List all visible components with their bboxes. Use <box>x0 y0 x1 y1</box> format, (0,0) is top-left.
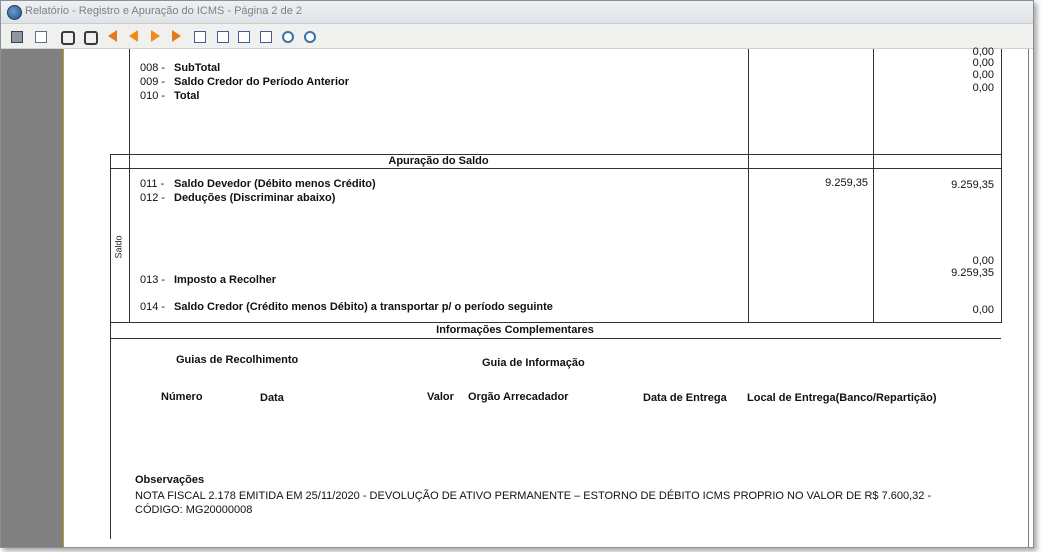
row-code: 009 - <box>140 76 166 88</box>
section-title-info: Informações Complementares <box>436 324 594 336</box>
zoom-out-icon[interactable] <box>301 28 317 44</box>
zoom-in-icon[interactable] <box>279 28 295 44</box>
row-value: 9.259,35 <box>825 177 868 189</box>
multi-pages-icon[interactable] <box>257 28 273 44</box>
row-label: Saldo Devedor (Débito menos Crédito) <box>174 178 376 190</box>
row-label: Deduções (Discriminar abaixo) <box>174 192 336 204</box>
column-header-data-entrega: Data de Entrega <box>643 392 727 404</box>
page-setup-icon[interactable] <box>32 28 48 44</box>
row-code: 014 - <box>140 301 166 313</box>
report-viewer-window: Relatório - Registro e Apuração do ICMS … <box>0 0 1034 548</box>
page-width-icon[interactable] <box>191 28 207 44</box>
row-code: 010 - <box>140 90 166 102</box>
row-label: Total <box>174 90 200 102</box>
row-value: 0,00 <box>972 304 994 316</box>
previous-page-icon[interactable] <box>125 28 141 44</box>
top-value: 0,00 <box>972 57 994 69</box>
left-gutter <box>1 49 63 547</box>
row-label: Saldo Credor (Crédito menos Débito) a tr… <box>174 301 553 313</box>
next-page-icon[interactable] <box>147 28 163 44</box>
top-value: 0,00 <box>972 82 994 94</box>
row-label: SubTotal <box>174 62 221 74</box>
last-page-icon[interactable] <box>169 28 185 44</box>
observacoes-text: CÓDIGO: MG20000008 <box>135 504 253 516</box>
app-icon <box>7 5 22 20</box>
guias-recolhimento-title: Guias de Recolhimento <box>176 354 299 366</box>
row-value: 0,00 <box>972 255 994 267</box>
column-header-valor: Valor <box>427 391 454 403</box>
find-icon[interactable] <box>58 28 75 45</box>
guia-informacao-title: Guia de Informação <box>482 357 585 369</box>
row-code: 011 - <box>140 178 165 190</box>
row-code: 008 - <box>140 62 166 74</box>
row-label: Saldo Credor do Período Anterior <box>174 76 349 88</box>
top-value: 0,00 <box>972 69 994 81</box>
full-page-icon[interactable] <box>214 28 230 44</box>
toolbar <box>1 24 1033 49</box>
row-label: Imposto a Recolher <box>174 274 277 286</box>
row-code: 013 - <box>140 274 166 286</box>
window-title: Relatório - Registro e Apuração do ICMS … <box>25 5 302 17</box>
title-bar: Relatório - Registro e Apuração do ICMS … <box>1 1 1033 24</box>
two-pages-icon[interactable] <box>235 28 251 44</box>
row-code: 012 - <box>140 192 166 204</box>
first-page-icon[interactable] <box>104 28 120 44</box>
section-title-apuracao: Apuração do Saldo <box>388 155 489 167</box>
row-value: 9.259,35 <box>951 179 994 191</box>
observacoes-text: NOTA FISCAL 2.178 EMITIDA EM 25/11/2020 … <box>135 490 932 502</box>
column-header-data: Data <box>260 392 284 404</box>
column-header-orgao: Orgão Arrecadador <box>468 391 569 403</box>
column-header-numero: Número <box>161 391 203 403</box>
side-label-saldo: Saldo <box>113 235 124 259</box>
column-header-local-entrega: Local de Entrega(Banco/Repartição) <box>747 392 937 404</box>
report-page: 0,00 0,00 0,00 0,00 008 - SubTotal 009 -… <box>1 46 1033 547</box>
observacoes-title: Observações <box>135 474 205 486</box>
row-value: 9.259,35 <box>951 267 994 279</box>
print-icon[interactable] <box>8 28 24 44</box>
find-next-icon[interactable] <box>81 28 98 45</box>
